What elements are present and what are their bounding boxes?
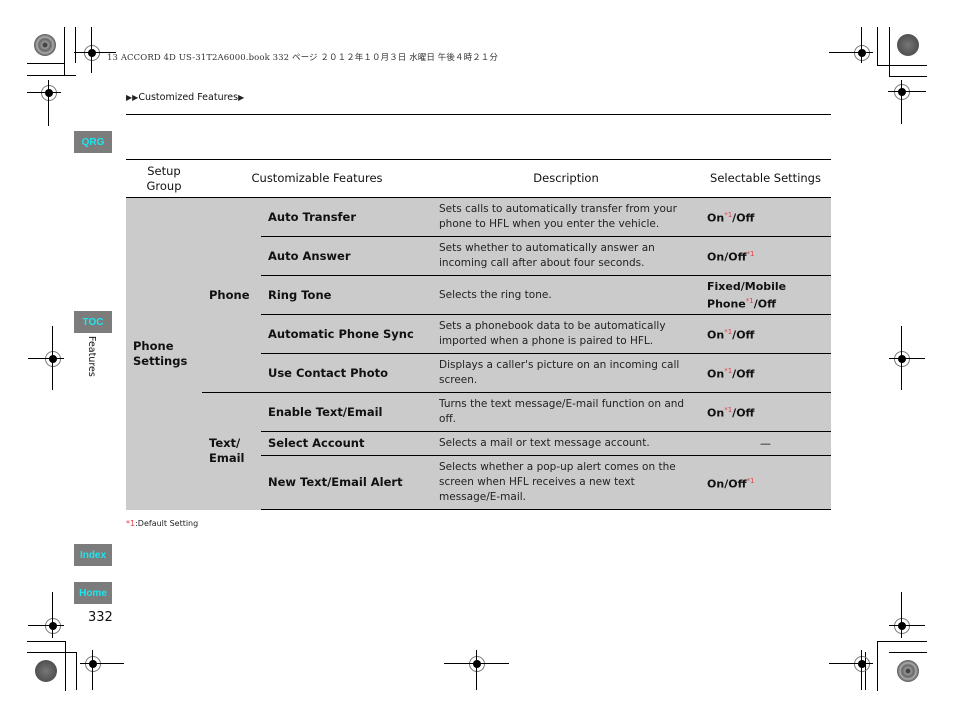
triangle-right-icon: ▶ [238, 93, 245, 102]
feature-name: Use Contact Photo [261, 353, 433, 393]
setting-option: Off [736, 367, 755, 381]
feature-name: Auto Answer [261, 236, 433, 276]
feature-description: Selects whether a pop-up alert comes on … [432, 455, 701, 510]
header-selectable-settings: Selectable Settings [700, 159, 832, 198]
setting-option: Off [736, 328, 755, 342]
setting-option: On [707, 328, 725, 342]
qrg-button[interactable]: QRG [74, 131, 112, 153]
setup-group-cell: Phone Settings [126, 197, 202, 510]
print-header: 13 ACCORD 4D US-31T2A6000.book 332 ページ ２… [107, 53, 499, 63]
header-customizable-features: Customizable Features [202, 159, 433, 198]
registration-mark [85, 656, 101, 672]
default-setting-mark: *1 [126, 519, 136, 528]
feature-description: Sets calls to automatically transfer fro… [432, 197, 701, 237]
index-button[interactable]: Index [74, 544, 112, 566]
feature-name: Automatic Phone Sync [261, 314, 433, 354]
selectable-settings: Fixed/Mobile Phone*1/Off [700, 275, 832, 315]
breadcrumb: ▶▶Customized Features▶ [126, 92, 244, 103]
customized-features-table: Setup Group Customizable Features Descri… [126, 159, 832, 510]
registration-mark [45, 351, 61, 367]
feature-name: Ring Tone [261, 275, 433, 315]
setting-option: On [707, 406, 725, 420]
breadcrumb-link[interactable]: Customized Features [138, 92, 238, 103]
color-target-bottom-right [897, 660, 919, 682]
default-setting-mark: *1 [724, 328, 733, 337]
setting-option: On [707, 367, 725, 381]
feature-description: Selects the ring tone. [432, 275, 701, 315]
feature-description: Sets a phonebook data to be automaticall… [432, 314, 701, 354]
feature-name: New Text/Email Alert [261, 455, 433, 510]
setting-option: Off [728, 250, 747, 264]
setting-option: Off [736, 406, 755, 420]
table-header-row: Setup Group Customizable Features Descri… [126, 159, 832, 198]
header-setup-group: Setup Group [126, 159, 202, 198]
setting-option: Off [728, 477, 747, 491]
selectable-settings: On*1/Off [700, 197, 832, 237]
registration-mark [84, 45, 100, 61]
subgroup-cell: Text/ Email [202, 392, 261, 510]
setting-option: On [707, 250, 725, 264]
selectable-settings: On*1/Off [700, 314, 832, 354]
feature-description: Sets whether to automatically answer an … [432, 236, 701, 276]
subgroup-cell: Phone [202, 197, 261, 393]
footnote-text: :Default Setting [135, 519, 199, 528]
registration-mark [894, 351, 910, 367]
default-setting-mark: *1 [724, 367, 733, 376]
feature-description: Turns the text message/E-mail function o… [432, 392, 701, 432]
header-description: Description [432, 159, 701, 198]
page-number: 332 [88, 610, 113, 625]
feature-name: Auto Transfer [261, 197, 433, 237]
default-setting-mark: *1 [746, 476, 755, 485]
setting-option: Fixed [707, 279, 741, 293]
color-target-top-right [897, 34, 919, 56]
footnote: *1:Default Setting [126, 519, 198, 528]
feature-description: Displays a caller's picture on an incomi… [432, 353, 701, 393]
registration-mark [469, 656, 485, 672]
no-setting-dash: — [760, 437, 772, 450]
registration-mark [894, 84, 910, 100]
home-button[interactable]: Home [74, 582, 112, 604]
selectable-settings: On*1/Off [700, 353, 832, 393]
setting-option: On [707, 211, 725, 225]
color-target-bottom-left [35, 660, 57, 682]
header-rule [126, 114, 831, 115]
registration-mark [41, 85, 57, 101]
default-setting-mark: *1 [746, 250, 755, 259]
selectable-settings: On/Off*1 [700, 236, 832, 276]
selectable-settings: On/Off*1 [700, 455, 832, 510]
default-setting-mark: *1 [745, 296, 754, 305]
default-setting-mark: *1 [724, 406, 733, 415]
setting-option: On [707, 477, 725, 491]
selectable-settings: — [700, 431, 832, 456]
feature-name: Enable Text/Email [261, 392, 433, 432]
registration-mark [45, 618, 61, 634]
feature-description: Selects a mail or text message account. [432, 431, 701, 456]
double-triangle-right-icon: ▶▶ [126, 93, 139, 102]
section-label: Features [86, 336, 97, 377]
table-row: Text/ Email Enable Text/Email Turns the te… [126, 392, 832, 510]
registration-mark [894, 618, 910, 634]
setting-option: Off [736, 211, 755, 225]
setting-option: Off [757, 297, 777, 311]
color-target-top-left [34, 34, 56, 56]
registration-mark [854, 656, 870, 672]
feature-name: Select Account [261, 431, 433, 456]
registration-mark [854, 45, 870, 61]
table-row: Phone Settings Phone Auto Transfer Sets cal… [126, 197, 832, 510]
default-setting-mark: *1 [724, 211, 733, 220]
toc-button[interactable]: TOC [74, 311, 112, 333]
selectable-settings: On*1/Off [700, 392, 832, 432]
